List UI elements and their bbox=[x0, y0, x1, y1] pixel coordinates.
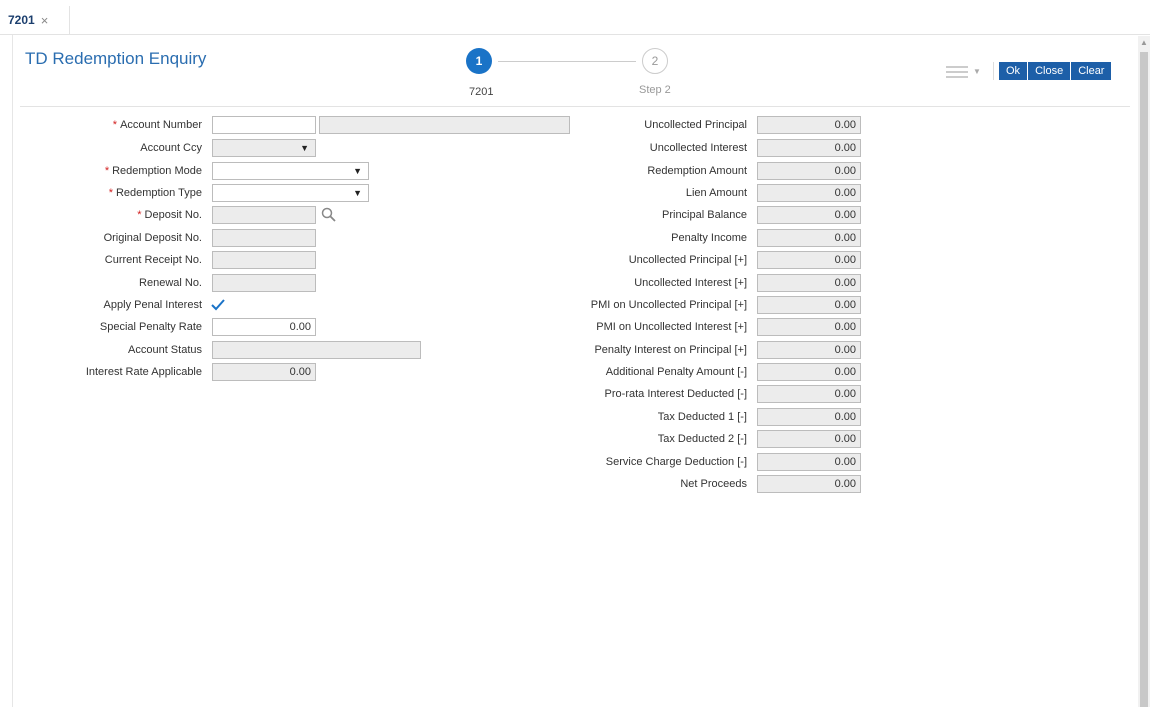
step-2-label: Step 2 bbox=[639, 84, 671, 96]
scroll-up-icon[interactable]: ▲ bbox=[1140, 38, 1148, 47]
special-penalty-rate-label: Special Penalty Rate bbox=[99, 321, 202, 333]
amount-field: 0.00 bbox=[757, 453, 861, 471]
interest-rate-applicable-field: 0.00 bbox=[212, 363, 316, 381]
tab-bar: 7201 × bbox=[0, 0, 1150, 35]
tab-7201[interactable]: 7201 × bbox=[0, 6, 70, 34]
redemption-type-select[interactable]: ▼ bbox=[212, 184, 369, 202]
amount-field: 0.00 bbox=[757, 139, 861, 157]
account-number-label: * Account Number bbox=[112, 119, 202, 131]
deposit-no-input[interactable] bbox=[212, 206, 316, 224]
amount-field: 0.00 bbox=[757, 408, 861, 426]
chevron-down-icon: ▼ bbox=[300, 143, 309, 153]
amount-field: 0.00 bbox=[757, 206, 861, 224]
amount-label: Lien Amount bbox=[685, 187, 747, 199]
original-deposit-no-label: Original Deposit No. bbox=[103, 232, 202, 244]
current-receipt-no-label: Current Receipt No. bbox=[104, 254, 202, 266]
account-ccy-label: Account Ccy bbox=[140, 142, 202, 154]
account-ccy-select[interactable]: ▼ bbox=[212, 139, 316, 157]
deposit-no-label: * Deposit No. bbox=[137, 209, 202, 221]
amount-label: Tax Deducted 1 [-] bbox=[657, 411, 747, 423]
amount-label: PMI on Uncollected Principal [+] bbox=[590, 299, 747, 311]
amount-label: Penalty Income bbox=[671, 232, 747, 244]
amount-label: Net Proceeds bbox=[680, 478, 747, 490]
clear-button[interactable]: Clear bbox=[1071, 62, 1112, 80]
amount-field: 0.00 bbox=[757, 229, 861, 247]
amount-field: 0.00 bbox=[757, 274, 861, 292]
amount-field: 0.00 bbox=[757, 385, 861, 403]
amount-label: Redemption Amount bbox=[647, 165, 747, 177]
ok-button[interactable]: Ok bbox=[999, 62, 1029, 80]
redemption-mode-select[interactable]: ▼ bbox=[212, 162, 369, 180]
redemption-mode-label: * Redemption Mode bbox=[104, 165, 202, 177]
redemption-type-label: * Redemption Type bbox=[108, 187, 202, 199]
renewal-no-field bbox=[212, 274, 316, 292]
amount-field: 0.00 bbox=[757, 116, 861, 134]
current-receipt-no-field bbox=[212, 251, 316, 269]
tab-label: 7201 bbox=[8, 13, 35, 27]
amount-label: Service Charge Deduction [-] bbox=[605, 456, 747, 468]
amount-field: 0.00 bbox=[757, 341, 861, 359]
search-icon[interactable] bbox=[320, 206, 338, 224]
amount-label: Principal Balance bbox=[662, 209, 747, 221]
amount-label: Tax Deducted 2 [-] bbox=[657, 433, 747, 445]
account-number-input[interactable] bbox=[212, 116, 316, 134]
account-status-field bbox=[212, 341, 421, 359]
amount-label: Additional Penalty Amount [-] bbox=[605, 366, 747, 378]
scrollbar-thumb[interactable] bbox=[1140, 52, 1148, 707]
chevron-down-icon[interactable]: ▼ bbox=[973, 67, 981, 76]
header-divider bbox=[20, 106, 1130, 107]
renewal-no-label: Renewal No. bbox=[139, 277, 202, 289]
account-status-label: Account Status bbox=[128, 344, 202, 356]
checkmark-icon[interactable] bbox=[210, 298, 226, 312]
amount-field: 0.00 bbox=[757, 475, 861, 493]
amount-field: 0.00 bbox=[757, 251, 861, 269]
page-title: TD Redemption Enquiry bbox=[25, 49, 207, 68]
action-buttons: Ok Close Clear bbox=[999, 62, 1112, 80]
amount-label: Uncollected Interest bbox=[649, 142, 747, 154]
chevron-down-icon: ▼ bbox=[353, 166, 362, 176]
apply-penal-interest-label: Apply Penal Interest bbox=[103, 299, 202, 311]
close-button[interactable]: Close bbox=[1028, 62, 1072, 80]
special-penalty-rate-input[interactable]: 0.00 bbox=[212, 318, 316, 336]
hamburger-menu-icon[interactable] bbox=[946, 66, 968, 81]
toolbar-divider bbox=[993, 62, 994, 80]
account-name-field bbox=[319, 116, 570, 134]
amount-field: 0.00 bbox=[757, 363, 861, 381]
amount-label: Penalty Interest on Principal [+] bbox=[594, 344, 747, 356]
step-1-indicator[interactable]: 1 bbox=[466, 48, 492, 74]
tab-close-icon[interactable]: × bbox=[41, 13, 49, 28]
step-2-indicator[interactable]: 2 bbox=[642, 48, 668, 74]
amount-field: 0.00 bbox=[757, 162, 861, 180]
amount-field: 0.00 bbox=[757, 184, 861, 202]
amount-field: 0.00 bbox=[757, 318, 861, 336]
amount-label: Uncollected Principal bbox=[644, 119, 747, 131]
chevron-down-icon: ▼ bbox=[353, 188, 362, 198]
amount-label: Uncollected Interest [+] bbox=[634, 277, 747, 289]
amount-field: 0.00 bbox=[757, 430, 861, 448]
step-1-label: 7201 bbox=[469, 86, 494, 98]
amount-label: Uncollected Principal [+] bbox=[628, 254, 747, 266]
amount-field: 0.00 bbox=[757, 296, 861, 314]
original-deposit-no-field bbox=[212, 229, 316, 247]
interest-rate-applicable-label: Interest Rate Applicable bbox=[85, 366, 202, 378]
step-connector bbox=[498, 61, 636, 62]
amount-label: Pro-rata Interest Deducted [-] bbox=[604, 388, 747, 400]
amount-label: PMI on Uncollected Interest [+] bbox=[596, 321, 747, 333]
